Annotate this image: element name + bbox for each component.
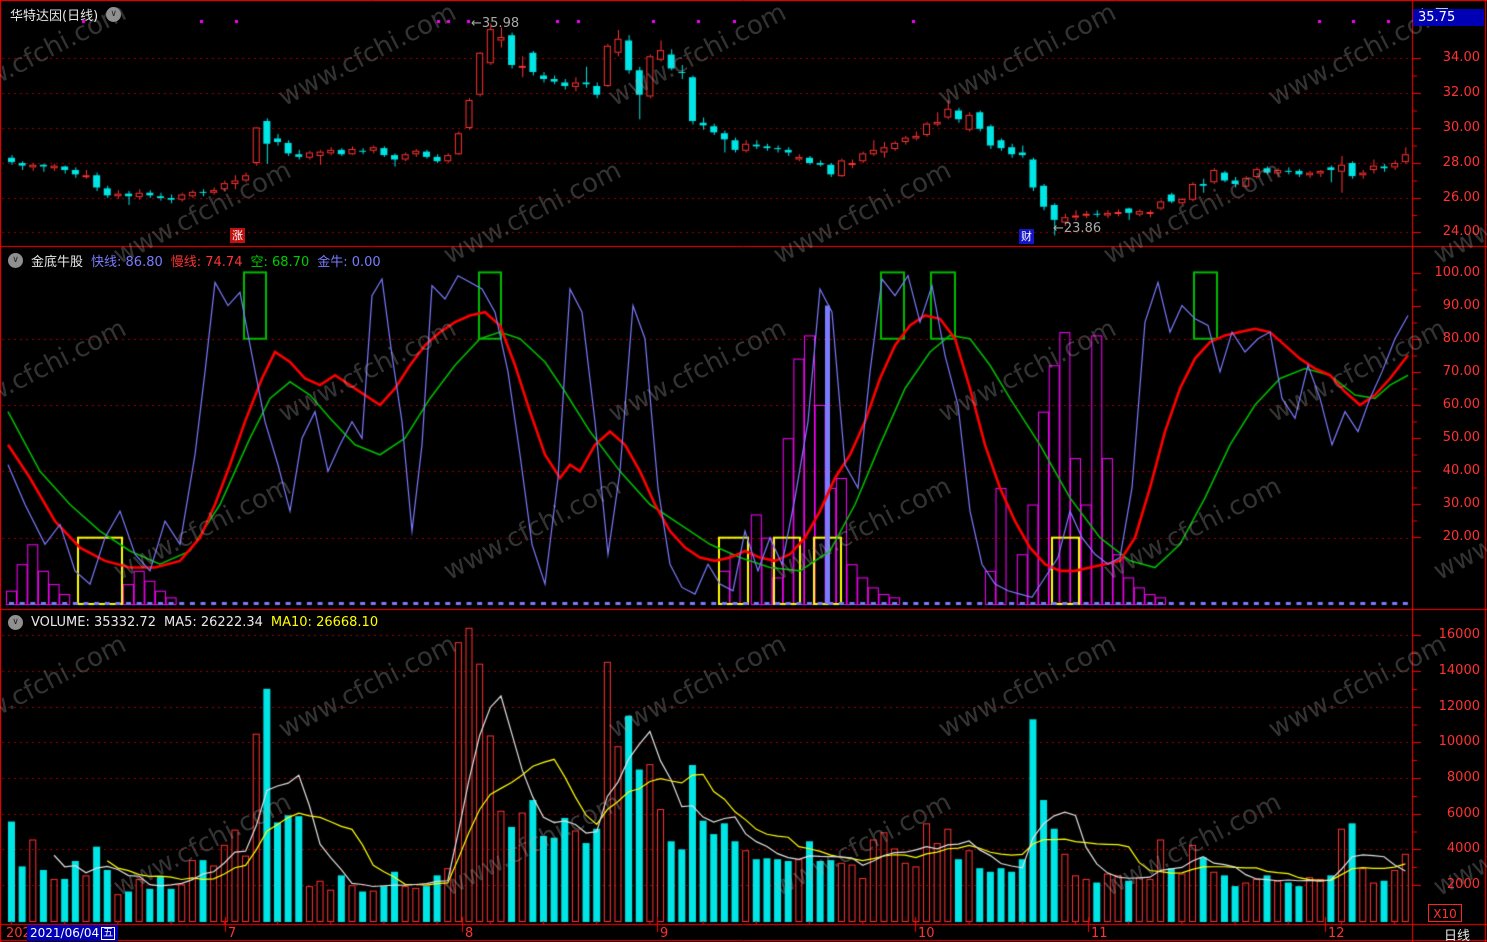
indicator-field-slow: 慢线: 74.74 (170, 255, 243, 270)
month-axis-label: 11 (1091, 926, 1108, 941)
indicator-axis-tick-label: 80.00 (1442, 331, 1480, 346)
volume-ma5: MA5: 26222.34 (163, 615, 263, 630)
month-axis-label: 10 (918, 926, 935, 941)
candlestick-panel-header: 华特达因(日线) ∨ (10, 5, 122, 24)
price-axis-tick-label: 26.00 (1442, 190, 1480, 205)
limit-up-marker[interactable]: 涨 (230, 228, 245, 243)
volume-ma10: MA10: 26668.10 (270, 615, 379, 630)
volume-panel-header: ∨ VOLUME: 35332.72 MA5: 26222.34 MA10: 2… (8, 615, 378, 630)
price-axis-tick-label: 24.00 (1442, 224, 1480, 239)
indicator-panel-header: ∨ 金底牛股 快线: 86.80 慢线: 74.74 空: 68.70 金牛: … (8, 251, 381, 270)
volume-axis-tick-label: 6000 (1446, 806, 1480, 821)
page-title: 华特达因(日线) (10, 9, 99, 24)
low-price-annotation: ←23.86 (1053, 221, 1102, 236)
month-axis-label: 8 (465, 926, 474, 941)
price-axis-tick-label: 28.00 (1442, 155, 1480, 170)
price-axis-tick-label: 30.00 (1442, 120, 1480, 135)
month-axis-label: 7 (228, 926, 237, 941)
volume-axis-tick-label: 12000 (1438, 699, 1480, 714)
selected-weekday: 五 (101, 926, 116, 940)
current-price-badge: 35.75 (1413, 9, 1484, 26)
volume-axis-tick-label: 14000 (1438, 663, 1480, 678)
chevron-down-icon[interactable]: ∨ (106, 7, 122, 22)
indicator-axis-tick-label: 60.00 (1442, 397, 1480, 412)
period-label[interactable]: 日线 (1444, 925, 1470, 942)
indicator-axis-tick-label: 40.00 (1442, 463, 1480, 478)
event-marker[interactable]: 财 (1019, 229, 1034, 244)
chevron-down-icon[interactable]: ∨ (8, 615, 23, 630)
indicator-field-kong: 空: 68.70 (250, 255, 310, 270)
chevron-down-icon[interactable]: ∨ (8, 253, 23, 268)
indicator-axis-tick-label: 100.00 (1434, 265, 1481, 280)
indicator-axis-tick-label: 20.00 (1442, 529, 1480, 544)
selected-date: 2021/06/04 (30, 925, 100, 940)
indicator-axis-tick-label: 50.00 (1442, 430, 1480, 445)
indicator-field-fast: 快线: 86.80 (91, 255, 163, 270)
indicator-axis-tick-label: 30.00 (1442, 496, 1480, 511)
volume-value: VOLUME: 35332.72 (31, 615, 156, 630)
volume-axis-tick-label: 2000 (1446, 877, 1480, 892)
volume-axis-tick-label: 10000 (1438, 734, 1480, 749)
volume-axis-tick-label: 16000 (1438, 627, 1480, 642)
price-axis-tick-label: 32.00 (1442, 85, 1480, 100)
indicator-axis-tick-label: 90.00 (1442, 298, 1480, 313)
month-axis-label: 9 (660, 926, 669, 941)
indicator-axis-tick-label: 70.00 (1442, 364, 1480, 379)
price-axis-tick-label: 34.00 (1442, 50, 1480, 65)
indicator-name: 金底牛股 (31, 255, 84, 270)
selected-date-badge: 2021/06/04 五 (27, 925, 119, 941)
volume-axis-tick-label: 4000 (1446, 841, 1480, 856)
volume-multiplier-badge: X10 (1428, 904, 1462, 922)
month-axis-label: 12 (1328, 926, 1345, 941)
indicator-field-jinniu: 金牛: 0.00 (317, 255, 381, 270)
stock-app-window: www.cfchi.com www.cfchi.com www.cfchi.com w… (0, 0, 1487, 942)
high-price-annotation: ←35.98 (471, 16, 520, 31)
volume-axis-tick-label: 8000 (1446, 770, 1480, 785)
